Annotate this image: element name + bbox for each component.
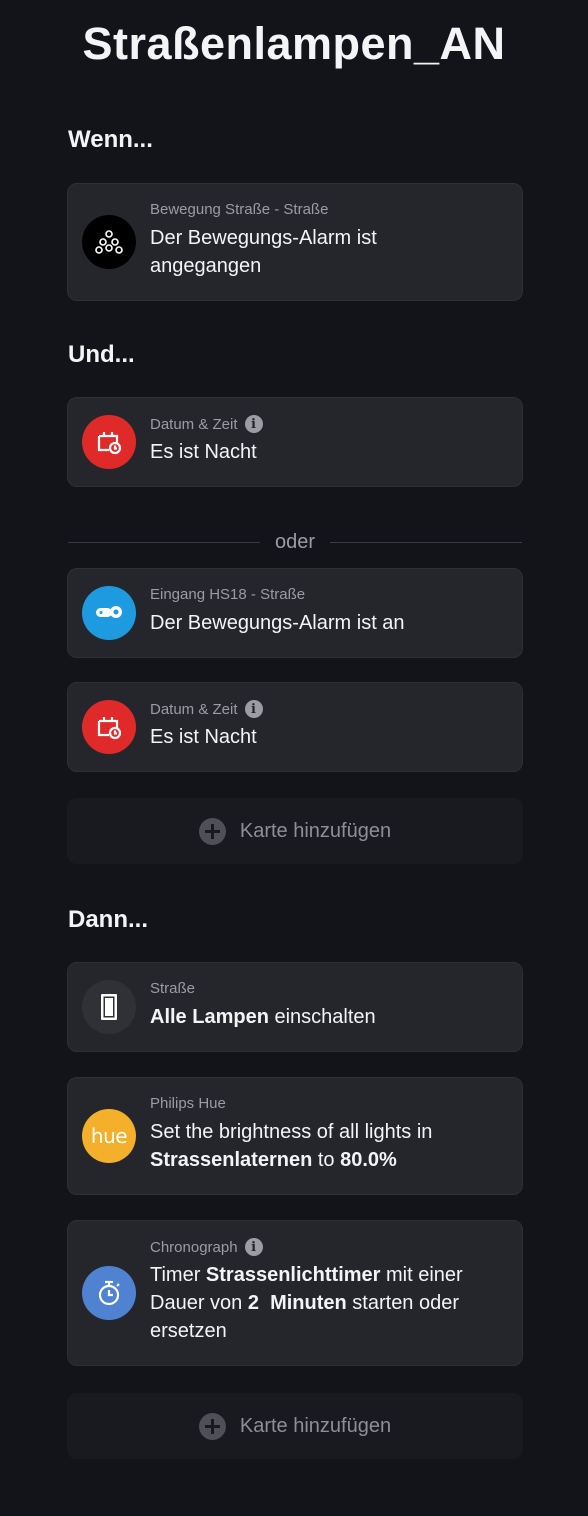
card-text: Es ist Nacht xyxy=(150,441,257,463)
condition-card-camera[interactable]: Eingang HS18 - Straße Der Bewegungs-Alar… xyxy=(67,568,523,658)
card-text: Timer Strassenlichttimer mit einer Dauer… xyxy=(150,1261,502,1345)
divider-line xyxy=(68,541,260,543)
card-text-bold1: Strassenlichttimer xyxy=(205,1264,381,1286)
stopwatch-icon xyxy=(82,1266,136,1320)
section-then-heading: Dann... xyxy=(68,906,149,933)
card-owner: Datum & Zeit i xyxy=(150,700,263,718)
calendar-clock-icon xyxy=(82,415,136,469)
hue-logo-icon: hue xyxy=(82,1109,136,1163)
card-text-rest: einschalten xyxy=(268,1006,376,1028)
card-text: Set the brightness of all lights in Stra… xyxy=(150,1118,502,1174)
section-and-heading: Und... xyxy=(68,341,135,368)
card-text-bold2: 2 Minuten xyxy=(247,1292,347,1314)
trigger-card-motion[interactable]: Bewegung Straße - Straße Der Bewegungs-A… xyxy=(67,183,523,301)
card-text: Der Bewegungs-Alarm ist an xyxy=(150,612,405,634)
card-owner: Chronograph i xyxy=(150,1238,263,1256)
divider-line xyxy=(330,541,522,543)
card-text-pre2: Dauer von xyxy=(150,1292,248,1314)
card-text-mid: to xyxy=(312,1149,341,1171)
add-card-label: Karte hinzufügen xyxy=(239,819,392,842)
card-owner-label: Datum & Zeit xyxy=(150,700,238,718)
card-owner-label: Chronograph xyxy=(150,1238,238,1256)
add-condition-card-button[interactable]: Karte hinzufügen xyxy=(67,798,523,864)
card-text-bold1: Strassenlaternen xyxy=(150,1149,313,1171)
card-owner: Bewegung Straße - Straße xyxy=(150,201,329,218)
page-title: Straßenlampen_AN xyxy=(82,18,506,69)
section-when-heading: Wenn... xyxy=(68,126,153,153)
card-owner-label: Datum & Zeit xyxy=(150,415,238,433)
card-owner: Philips Hue xyxy=(150,1095,226,1112)
card-text-line1: Der Bewegungs-Alarm ist xyxy=(150,227,377,249)
motion-sensor-icon xyxy=(82,215,136,269)
add-card-label: Karte hinzufügen xyxy=(239,1414,392,1437)
condition-card-datetime-2[interactable]: Datum & Zeit i Es ist Nacht xyxy=(67,682,523,772)
info-icon[interactable]: i xyxy=(244,1238,263,1256)
card-text: Der Bewegungs-Alarm ist angegangen xyxy=(150,224,502,280)
card-owner: Datum & Zeit i xyxy=(150,415,263,433)
or-divider: oder xyxy=(68,530,522,554)
info-icon[interactable]: i xyxy=(244,415,263,433)
card-text-post1: mit einer xyxy=(380,1264,463,1286)
card-text: Es ist Nacht xyxy=(150,726,257,748)
card-text-line1: Set the brightness of all lights in xyxy=(150,1121,433,1143)
card-text-bold: Alle Lampen xyxy=(150,1006,269,1028)
action-card-zone[interactable]: Straße Alle Lampen einschalten xyxy=(67,962,523,1052)
add-action-card-button[interactable]: Karte hinzufügen xyxy=(67,1393,523,1459)
condition-card-datetime-1[interactable]: Datum & Zeit i Es ist Nacht xyxy=(67,397,523,487)
card-owner: Eingang HS18 - Straße xyxy=(150,586,306,603)
plus-icon xyxy=(198,1412,226,1440)
calendar-clock-icon xyxy=(82,700,136,754)
action-card-chronograph[interactable]: Chronograph i Timer Strassenlichttimer m… xyxy=(67,1220,523,1366)
card-text: Alle Lampen einschalten xyxy=(150,1003,502,1031)
hue-logo-text: hue xyxy=(90,1124,128,1148)
card-text-line2: angegangen xyxy=(150,255,262,277)
or-label: oder xyxy=(274,530,316,553)
camera-icon xyxy=(82,586,136,640)
card-text-line3: ersetzen xyxy=(150,1320,227,1342)
plus-icon xyxy=(198,817,226,845)
info-icon[interactable]: i xyxy=(244,700,263,718)
door-icon xyxy=(82,980,136,1034)
card-text-post2: starten oder xyxy=(346,1292,460,1314)
card-text-pre: Timer xyxy=(150,1264,206,1286)
card-text-bold2: 80.0% xyxy=(340,1149,397,1171)
action-card-hue[interactable]: hue Philips Hue Set the brightness of al… xyxy=(67,1077,523,1195)
card-owner: Straße xyxy=(150,980,196,997)
